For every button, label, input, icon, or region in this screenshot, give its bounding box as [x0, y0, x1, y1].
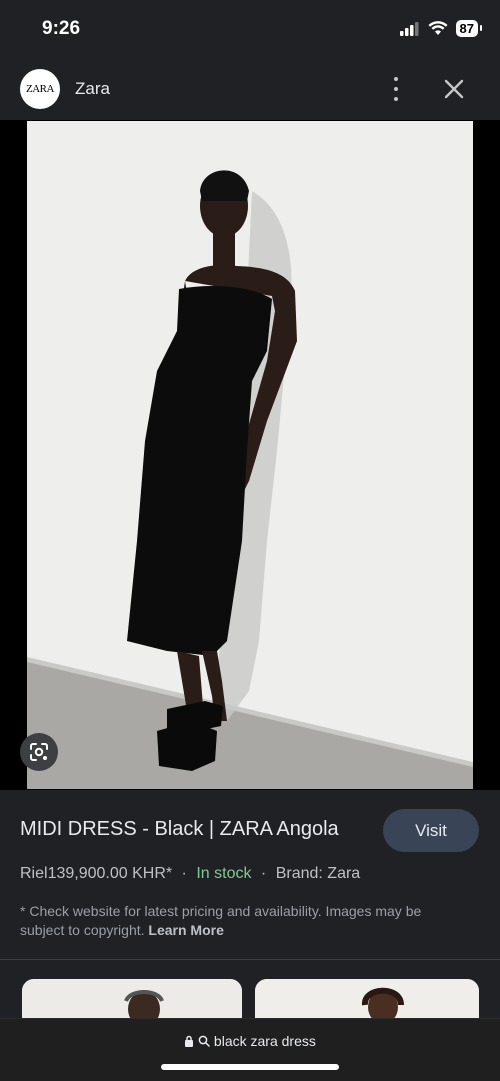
- lock-icon: [185, 1035, 194, 1047]
- home-indicator[interactable]: [161, 1064, 339, 1070]
- separator: ·: [181, 865, 187, 882]
- status-icons: 87: [399, 20, 483, 37]
- separator: ·: [260, 865, 267, 882]
- disclaimer: * Check website for latest pricing and a…: [20, 902, 460, 940]
- address-bar[interactable]: [0, 1018, 500, 1081]
- product-title[interactable]: MIDI DRESS - Black | ZARA Angola: [20, 818, 339, 841]
- search-query: black zara dress: [213, 1033, 316, 1049]
- wifi-icon: [428, 21, 448, 35]
- cellular-signal-icon: [399, 21, 419, 36]
- product-brand: Brand: Zara: [275, 865, 361, 882]
- google-lens-icon[interactable]: [20, 733, 58, 771]
- more-vert-icon[interactable]: [386, 77, 406, 101]
- product-image[interactable]: [27, 121, 473, 789]
- divider: [0, 959, 500, 960]
- stock-status: In stock: [196, 865, 252, 882]
- product-meta: Riel139,900.00 KHR* · In stock · Brand: …: [20, 865, 360, 883]
- site-name[interactable]: Zara: [75, 79, 110, 99]
- battery-indicator: 87: [455, 20, 483, 37]
- search-icon: [198, 1035, 210, 1047]
- product-price: Riel139,900.00 KHR*: [20, 865, 173, 882]
- site-logo[interactable]: ZARA: [20, 69, 60, 109]
- status-time: 9:26: [42, 18, 81, 39]
- visit-button[interactable]: Visit: [383, 809, 479, 852]
- close-icon[interactable]: [440, 75, 468, 103]
- address-bar-url[interactable]: black zara dress: [0, 1033, 500, 1049]
- learn-more-link[interactable]: Learn More: [148, 922, 223, 938]
